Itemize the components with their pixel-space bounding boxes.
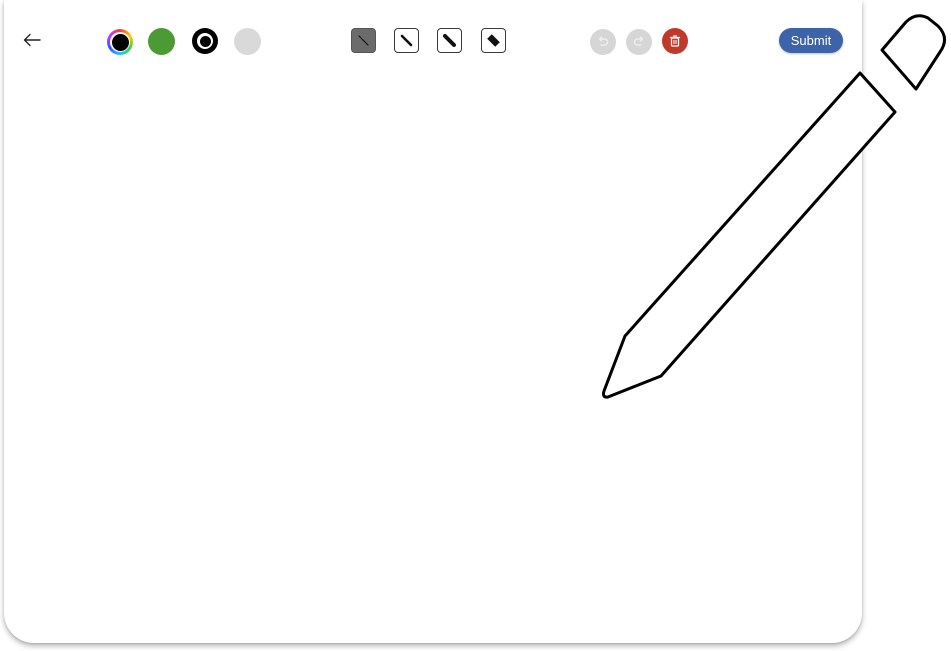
- brush-size-extra-thick-button[interactable]: [481, 28, 506, 53]
- delete-button[interactable]: [662, 28, 688, 54]
- pencil-eraser-cap: [880, 14, 946, 91]
- undo-button[interactable]: [590, 29, 616, 55]
- extra-thick-stroke-icon: [487, 34, 500, 47]
- brush-size-thin-button[interactable]: [351, 28, 376, 53]
- medium-stroke-icon: [400, 34, 413, 47]
- thick-stroke-icon: [443, 34, 456, 47]
- rainbow-ring-icon: [110, 32, 130, 52]
- trash-icon: [669, 35, 681, 47]
- drawing-canvas[interactable]: [4, 0, 862, 643]
- redo-button[interactable]: [626, 29, 652, 55]
- undo-icon: [598, 36, 609, 46]
- brush-size-thick-button[interactable]: [437, 28, 462, 53]
- thin-stroke-icon: [358, 35, 369, 46]
- brush-size-medium-button[interactable]: [394, 28, 419, 53]
- green-color-swatch[interactable]: [148, 28, 175, 55]
- submit-button[interactable]: Submit: [779, 28, 843, 53]
- arrow-left-icon: [23, 33, 41, 47]
- custom-color-swatch[interactable]: [107, 29, 133, 55]
- black-color-swatch-selected[interactable]: [192, 28, 218, 54]
- redo-icon: [633, 36, 644, 46]
- back-button[interactable]: [20, 28, 44, 52]
- light-gray-color-swatch[interactable]: [234, 28, 261, 55]
